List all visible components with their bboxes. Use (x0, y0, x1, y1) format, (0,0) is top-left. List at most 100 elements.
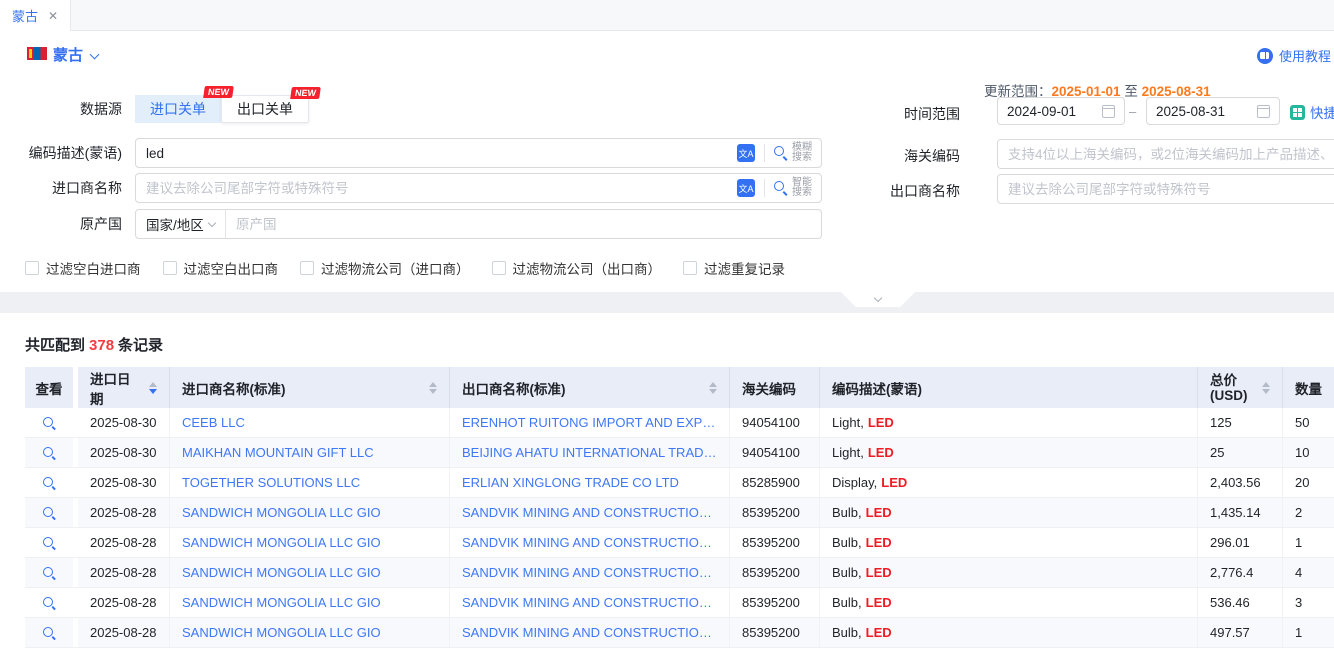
importer-link[interactable]: SANDWICH MONGOLIA LLC GIO (182, 505, 381, 520)
grid-icon (1290, 105, 1305, 120)
exporter-link[interactable]: SANDVIK MINING AND CONSTRUCTION L... (462, 505, 717, 520)
sort-icon[interactable] (1262, 382, 1270, 394)
view-search-icon[interactable] (42, 506, 56, 520)
hs-code-input[interactable] (997, 139, 1334, 169)
view-search-icon[interactable] (42, 446, 56, 460)
exporter-link[interactable]: ERENHOT RUITONG IMPORT AND EXPORT ... (462, 415, 717, 430)
tab-bar: 蒙古 ✕ (0, 0, 1334, 31)
cell-quantity: 2 (1283, 498, 1334, 527)
smart-search-label: 智能搜索 (792, 178, 812, 198)
table-row: 2025-08-30CEEB LLCERENHOT RUITONG IMPORT… (25, 408, 1334, 438)
cell-total-usd: 296.01 (1198, 528, 1283, 557)
view-search-icon[interactable] (42, 626, 56, 640)
start-date-picker[interactable] (997, 97, 1125, 125)
col-exporter[interactable]: 出口商名称(标准) (450, 367, 730, 408)
sort-icon[interactable] (149, 382, 157, 394)
view-search-icon[interactable] (42, 566, 56, 580)
tab-import-records[interactable]: 进口关单 NEW (135, 95, 221, 123)
smart-search-button[interactable]: 智能搜索 (765, 178, 821, 198)
col-quantity: 数量 (1283, 367, 1334, 408)
col-importer[interactable]: 进口商名称(标准) (170, 367, 450, 408)
cell-view (25, 618, 78, 647)
importer-link[interactable]: SANDWICH MONGOLIA LLC GIO (182, 625, 381, 640)
view-search-icon[interactable] (42, 416, 56, 430)
checkbox-blank-importer[interactable]: 过滤空白进口商 (25, 258, 141, 278)
origin-input[interactable] (226, 217, 821, 232)
exporter-link[interactable]: BEIJING AHATU INTERNATIONAL TRADE C... (462, 445, 717, 460)
importer-link[interactable]: TOGETHER SOLUTIONS LLC (182, 475, 360, 490)
search-icon (774, 181, 788, 195)
cell-import-date: 2025-08-28 (78, 498, 170, 527)
col-total-usd[interactable]: 总价(USD) (1198, 367, 1283, 408)
quick-select-button[interactable]: 快捷 (1290, 102, 1334, 122)
importer-link[interactable]: SANDWICH MONGOLIA LLC GIO (182, 565, 381, 580)
cell-importer: SANDWICH MONGOLIA LLC GIO (170, 618, 450, 647)
cell-total-usd: 1,435.14 (1198, 498, 1283, 527)
importer-link[interactable]: SANDWICH MONGOLIA LLC GIO (182, 595, 381, 610)
importer-link[interactable]: MAIKHAN MOUNTAIN GIFT LLC (182, 445, 374, 460)
led-highlight: LED (866, 505, 892, 520)
led-highlight: LED (868, 415, 894, 430)
checkbox-logistics-importer[interactable]: 过滤物流公司（进口商） (300, 258, 470, 278)
data-source-tabs: 进口关单 NEW 出口关单 NEW (135, 95, 309, 123)
tab-export-records[interactable]: 出口关单 NEW (221, 95, 309, 123)
led-highlight: LED (881, 475, 907, 490)
cell-view (25, 408, 78, 437)
exporter-link[interactable]: SANDVIK MINING AND CONSTRUCTION L... (462, 625, 717, 640)
checkbox-icon (492, 261, 506, 275)
country-selector[interactable]: 蒙古 (53, 44, 98, 65)
cell-code-desc: Bulb,LED (820, 528, 1198, 557)
tutorial-link[interactable]: 使用教程 (1257, 46, 1331, 65)
translate-icon[interactable]: 文A (737, 144, 755, 162)
cell-exporter: SANDVIK MINING AND CONSTRUCTION L... (450, 498, 730, 527)
col-import-date[interactable]: 进口日期 (78, 367, 170, 408)
origin-region-select[interactable]: 国家/地区 (136, 210, 226, 238)
new-badge: NEW (203, 86, 234, 98)
page-tab-mongolia[interactable]: 蒙古 ✕ (0, 0, 71, 31)
chevron-down-icon (90, 50, 100, 60)
importer-link[interactable]: CEEB LLC (182, 415, 245, 430)
result-count-number: 378 (85, 337, 118, 354)
checkbox-label: 过滤空白进口商 (46, 258, 141, 278)
sort-icon[interactable] (429, 382, 437, 394)
data-source-row: 数据源 进口关单 NEW 出口关单 NEW (0, 94, 309, 124)
cell-view (25, 468, 78, 497)
start-date-input[interactable] (1007, 104, 1092, 119)
view-search-icon[interactable] (42, 596, 56, 610)
close-icon[interactable]: ✕ (48, 9, 58, 23)
cell-import-date: 2025-08-28 (78, 588, 170, 617)
led-highlight: LED (866, 625, 892, 640)
checkbox-logistics-exporter[interactable]: 过滤物流公司（出口商） (492, 258, 662, 278)
cell-total-usd: 25 (1198, 438, 1283, 467)
exporter-link[interactable]: SANDVIK MINING AND CONSTRUCTION L... (462, 565, 717, 580)
exporter-link[interactable]: ERLIAN XINGLONG TRADE CO LTD (462, 475, 679, 490)
results-table: 查看 进口日期 进口商名称(标准) 出口商名称(标准) 海关编码 编码描述(蒙语… (25, 367, 1334, 648)
translate-icon[interactable]: 文A (737, 179, 755, 197)
end-date-picker[interactable] (1146, 97, 1280, 125)
mongolia-flag-icon (27, 47, 47, 60)
search-icon (774, 146, 788, 160)
checkbox-icon (683, 261, 697, 275)
end-date-input[interactable] (1156, 104, 1241, 119)
cell-exporter: BEIJING AHATU INTERNATIONAL TRADE C... (450, 438, 730, 467)
checkbox-blank-exporter[interactable]: 过滤空白出口商 (163, 258, 279, 278)
result-count: 共匹配到378条记录 (25, 334, 163, 355)
checkbox-duplicate-records[interactable]: 过滤重复记录 (683, 258, 785, 278)
data-source-label: 数据源 (0, 99, 135, 119)
importer-input[interactable] (136, 181, 737, 196)
exporter-input[interactable] (997, 174, 1334, 204)
cell-view (25, 588, 78, 617)
cell-hs-code: 85395200 (730, 588, 820, 617)
importer-link[interactable]: SANDWICH MONGOLIA LLC GIO (182, 535, 381, 550)
section-divider-strip (0, 292, 1334, 313)
view-search-icon[interactable] (42, 476, 56, 490)
col-code-desc: 编码描述(蒙语) (820, 367, 1198, 408)
exporter-link[interactable]: SANDVIK MINING AND CONSTRUCTION L... (462, 595, 717, 610)
exporter-link[interactable]: SANDVIK MINING AND CONSTRUCTION L... (462, 535, 717, 550)
origin-label: 原产国 (0, 214, 135, 234)
code-desc-input[interactable] (136, 146, 737, 161)
cell-quantity: 3 (1283, 588, 1334, 617)
view-search-icon[interactable] (42, 536, 56, 550)
fuzzy-search-button[interactable]: 模糊搜索 (765, 143, 821, 163)
sort-icon[interactable] (709, 382, 717, 394)
